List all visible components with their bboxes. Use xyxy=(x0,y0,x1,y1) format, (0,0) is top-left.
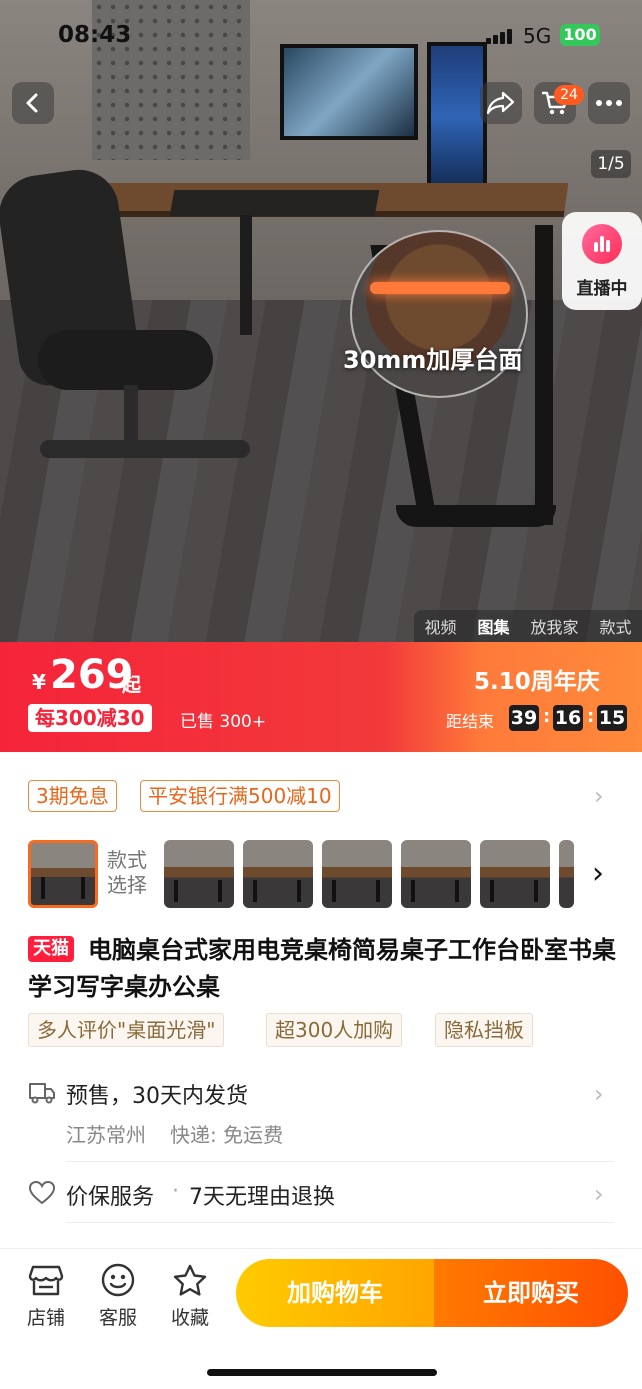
live-stream-button[interactable]: 直播中 xyxy=(562,212,642,310)
photo-desk-leg xyxy=(535,225,553,525)
image-pager: 1/5 xyxy=(591,150,631,178)
favorite-button[interactable]: 收藏 xyxy=(165,1263,215,1330)
store-label: 店铺 xyxy=(26,1307,65,1329)
photo-edge-glow xyxy=(370,282,510,294)
style-thumb[interactable] xyxy=(164,840,234,908)
promo-title: 5.10周年庆 xyxy=(474,669,600,695)
more-button[interactable] xyxy=(588,82,630,124)
divider xyxy=(66,1222,614,1223)
store-button[interactable]: 店铺 xyxy=(21,1263,71,1330)
bank-offer-tag[interactable]: 平安银行满500减10 xyxy=(140,780,340,812)
shipping-courier: 快递: 免运费 xyxy=(170,1123,284,1147)
chevron-left-icon xyxy=(26,93,38,113)
divider xyxy=(66,1161,614,1162)
photo-monitor xyxy=(280,44,418,140)
style-thumb-selected[interactable] xyxy=(28,840,98,908)
price-value: 269 xyxy=(50,652,134,698)
installment-tag[interactable]: 3期免息 xyxy=(28,780,117,812)
network-type: 5G xyxy=(523,24,552,48)
cart-count-badge: 24 xyxy=(554,85,584,105)
tab-gallery[interactable]: 图集 xyxy=(477,614,509,638)
countdown-colon: : xyxy=(543,706,551,727)
chevron-right-icon[interactable]: › xyxy=(594,782,604,810)
customer-service-label: 客服 xyxy=(98,1307,137,1329)
feature-tag[interactable]: 超300人加购 xyxy=(266,1013,403,1047)
style-thumb[interactable] xyxy=(401,840,471,908)
share-icon xyxy=(486,91,515,115)
price-suffix: 起 xyxy=(122,674,142,696)
countdown-minutes: 16 xyxy=(553,705,583,731)
feature-tag[interactable]: 多人评价"桌面光滑" xyxy=(28,1013,225,1047)
style-thumb[interactable] xyxy=(480,840,550,908)
style-thumb[interactable] xyxy=(322,840,392,908)
shipping-origin: 江苏常州 xyxy=(66,1123,146,1147)
chevron-right-icon[interactable]: › xyxy=(592,856,604,891)
delivery-truck-icon xyxy=(29,1083,55,1104)
star-icon xyxy=(173,1264,207,1296)
image-caption: 30mm加厚台面 xyxy=(343,346,523,374)
customer-service-button[interactable]: 客服 xyxy=(93,1263,143,1330)
status-time: 08:43 xyxy=(58,22,132,48)
add-to-cart-button[interactable]: 加购物车 xyxy=(236,1259,434,1327)
bottom-action-bar: 店铺 客服 收藏 加购物车 立即购买 xyxy=(0,1248,642,1389)
style-thumb[interactable] xyxy=(559,840,574,908)
photo-desk-leg xyxy=(240,215,252,335)
service-detail: 7天无理由退换 xyxy=(189,1185,335,1210)
tab-in-my-home[interactable]: 放我家 xyxy=(530,614,578,638)
signal-icon xyxy=(486,28,516,44)
countdown-hours: 39 xyxy=(509,705,539,731)
photo-chair-seat xyxy=(38,330,213,390)
currency-symbol: ¥ xyxy=(32,670,46,694)
share-button[interactable] xyxy=(480,82,522,124)
product-title: 电脑桌台式家用电竞桌椅简易桌子工作台卧室书桌学习写字桌办公桌 xyxy=(28,936,616,1001)
chevron-right-icon[interactable]: › xyxy=(594,1180,604,1208)
more-dots-icon xyxy=(596,100,622,106)
tmall-badge: 天猫 xyxy=(28,936,74,962)
media-tabs: 视频 图集 放我家 款式 xyxy=(414,610,642,642)
style-label-line: 选择 xyxy=(107,873,147,897)
back-button[interactable] xyxy=(12,82,54,124)
buy-now-button[interactable]: 立即购买 xyxy=(434,1259,628,1327)
tab-styles[interactable]: 款式 xyxy=(599,614,631,638)
battery-icon: 100 xyxy=(560,24,600,46)
status-bar: 08:43 5G 100 xyxy=(0,18,642,56)
countdown-seconds: 15 xyxy=(597,705,627,731)
style-label-line: 款式 xyxy=(107,848,147,872)
price-banner: ¥ 269 起 每300减30 已售 300+ 5.10周年庆 距结束 39 :… xyxy=(0,642,642,752)
chat-face-icon xyxy=(101,1263,135,1297)
tab-video[interactable]: 视频 xyxy=(424,614,456,638)
service-dot: · xyxy=(172,1179,179,1204)
style-select-label[interactable]: 款式 选择 xyxy=(107,848,147,898)
countdown-label: 距结束 xyxy=(446,712,495,731)
photo-desk-mat xyxy=(169,190,380,216)
countdown-colon: : xyxy=(587,706,595,727)
favorite-label: 收藏 xyxy=(170,1307,209,1329)
product-detail-screen: 30mm加厚台面 08:43 5G 100 24 1/5 直播中 视频 图集 放… xyxy=(0,0,642,1389)
photo-desk-foot xyxy=(396,505,556,527)
shipping-headline: 预售，30天内发货 xyxy=(66,1084,248,1109)
style-thumb[interactable] xyxy=(243,840,313,908)
photo-chair-base xyxy=(40,440,250,458)
live-chart-icon xyxy=(582,224,622,264)
store-icon xyxy=(28,1265,64,1296)
feature-tag[interactable]: 隐私挡板 xyxy=(435,1013,533,1047)
chevron-right-icon[interactable]: › xyxy=(594,1080,604,1108)
home-indicator xyxy=(207,1369,437,1376)
heart-shield-icon xyxy=(28,1180,56,1205)
sold-count: 已售 300+ xyxy=(180,712,267,732)
live-label: 直播中 xyxy=(576,279,628,299)
photo-monitor-vertical xyxy=(427,42,487,192)
service-headline: 价保服务 xyxy=(66,1185,155,1210)
coupon-badge: 每300减30 xyxy=(28,704,152,732)
